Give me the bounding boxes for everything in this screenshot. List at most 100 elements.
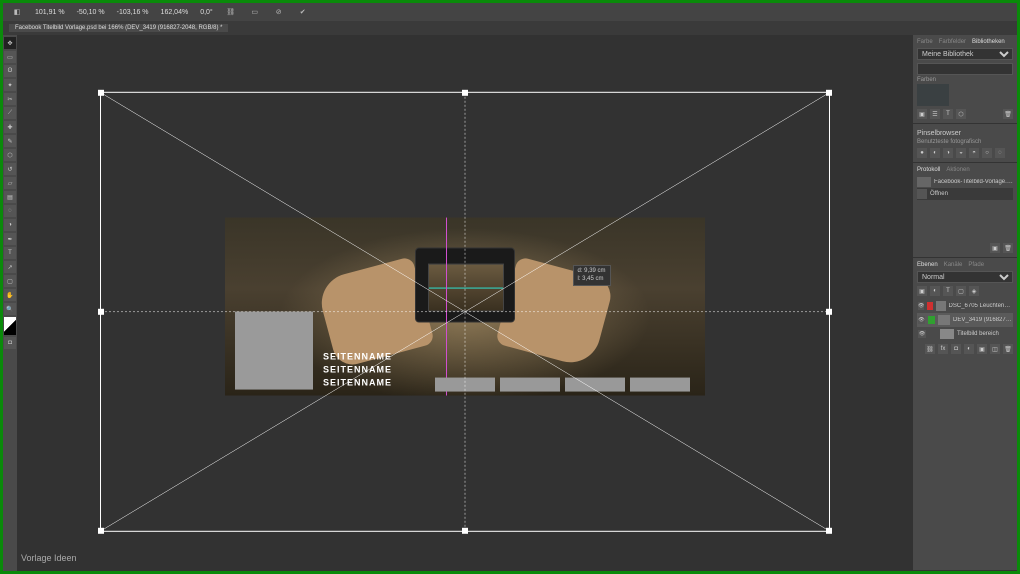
canvas[interactable]: SEITENNAME SEITENNAME SEITENNAME [17,35,913,571]
marquee-tool-icon[interactable]: ▭ [4,51,16,63]
brush-preset-5[interactable]: ◓ [969,148,979,158]
history-thumb-icon [917,177,931,187]
mask-icon[interactable]: ◘ [951,344,961,354]
path-tool-icon[interactable]: ↗ [4,261,16,273]
handle-tm[interactable] [462,90,468,96]
x-value[interactable]: -50,10 % [77,9,105,16]
zoom-value[interactable]: 101,91 % [35,9,65,16]
handle-mr[interactable] [826,309,832,315]
history-footer: ▣ 🗑 [917,243,1013,253]
lib-icon-3[interactable]: T [943,109,953,119]
warp-icon[interactable]: ▭ [249,6,261,18]
watermark-text: Vorlage Ideen [21,553,77,563]
wand-tool-icon[interactable]: ✦ [4,79,16,91]
crop-tool-icon[interactable]: ✂ [4,93,16,105]
color-swatch[interactable] [917,84,949,106]
lib-icon-1[interactable]: ▣ [917,109,927,119]
link-layers-icon[interactable]: ⛓ [925,344,935,354]
handle-tr[interactable] [826,90,832,96]
brush-preset-2[interactable]: ◐ [930,148,940,158]
y-value[interactable]: -103,16 % [117,9,149,16]
fx-icon[interactable]: fx [938,344,948,354]
layer-row-2[interactable]: 👁 DEV_3419 (916827-2048 [917,313,1013,327]
pen-tool-icon[interactable]: ✒ [4,233,16,245]
layer-thumb [936,301,946,311]
filter-pixel-icon[interactable]: ▣ [917,286,927,296]
history-step-icon [917,189,927,199]
cancel-icon[interactable]: ⊘ [273,6,285,18]
history-snapshot[interactable]: Facebook-Titelbild-Vorlage.psd [917,176,1013,188]
lib-icon-2[interactable]: ☰ [930,109,940,119]
transform-bounds[interactable] [100,92,830,532]
lib-icon-4[interactable]: ⬡ [956,109,966,119]
layer-row-3[interactable]: 👁 Titelbild bereich [917,327,1013,341]
tab-pfade[interactable]: Pfade [968,262,984,268]
filter-adjust-icon[interactable]: ◐ [930,286,940,296]
group-icon[interactable]: ▣ [977,344,987,354]
brush-preset-1[interactable]: ● [917,148,927,158]
brush-tool-icon[interactable]: ✎ [4,135,16,147]
history-brush-icon[interactable]: ↺ [4,163,16,175]
history-step[interactable]: Öffnen [917,188,1013,200]
quickmask-icon[interactable]: ◘ [4,337,16,349]
tab-aktionen[interactable]: Aktionen [946,167,969,173]
visibility-toggle-icon[interactable]: 👁 [918,316,925,324]
commit-icon[interactable]: ✔ [297,6,309,18]
brush-preset-6[interactable]: ○ [982,148,992,158]
document-tab[interactable]: Facebook Titelbild Vorlage.psd bei 166% … [9,24,228,32]
layer-color-chip [927,302,933,310]
filter-smart-icon[interactable]: ◈ [969,286,979,296]
tab-farbe[interactable]: Farbe [917,39,933,45]
shape-tool-icon[interactable]: ▢ [4,275,16,287]
tool-preset-icon[interactable]: ◧ [11,6,23,18]
adjustment-icon[interactable]: ◐ [964,344,974,354]
link-icon[interactable]: ⛓ [225,6,237,18]
tab-farbfelder[interactable]: Farbfelder [939,39,966,45]
history-trash-icon[interactable]: 🗑 [1003,243,1013,253]
eyedropper-tool-icon[interactable]: ⟋ [4,107,16,119]
layer-thumb [938,315,950,325]
hand-tool-icon[interactable]: ✋ [4,289,16,301]
trash-layer-icon[interactable]: 🗑 [1003,344,1013,354]
w-value[interactable]: 162,04% [161,9,189,16]
visibility-toggle-icon[interactable]: 👁 [918,330,926,338]
library-select[interactable]: Meine Bibliothek [917,48,1013,60]
handle-bm[interactable] [462,528,468,534]
heal-tool-icon[interactable]: ✚ [4,121,16,133]
brush-preset-4[interactable]: ◒ [956,148,966,158]
blur-tool-icon[interactable]: ◌ [4,205,16,217]
tab-protokoll[interactable]: Protokoll [917,167,940,173]
visibility-toggle-icon[interactable]: 👁 [918,302,924,310]
layer-row-1[interactable]: 👁 DSC_6705 Leuchtender-un Paar... [917,299,1013,313]
stamp-tool-icon[interactable]: ⬡ [4,149,16,161]
app-frame: ◧ 101,91 % -50,10 % -103,16 % 162,04% 0,… [3,3,1017,571]
brush-preset-7[interactable]: ◌ [995,148,1005,158]
eraser-tool-icon[interactable]: ▱ [4,177,16,189]
lib-icon-5[interactable]: 🗑 [1003,109,1013,119]
h-value[interactable]: 0,0° [200,9,213,16]
new-layer-icon[interactable]: ◫ [990,344,1000,354]
handle-bl[interactable] [98,528,104,534]
tab-kanaele[interactable]: Kanäle [944,262,963,268]
layers-tabs: Ebenen Kanäle Pfade [917,262,1013,268]
tab-ebenen[interactable]: Ebenen [917,262,938,268]
blend-mode-select[interactable]: Normal [917,271,1013,283]
handle-br[interactable] [826,528,832,534]
filter-type-icon[interactable]: T [943,286,953,296]
move-tool-icon[interactable]: ✥ [4,37,16,49]
main-row: ✥ ▭ ʘ ✦ ✂ ⟋ ✚ ✎ ⬡ ↺ ▱ ▤ ◌ ◑ ✒ T ↗ ▢ ✋ 🔍 … [3,35,1017,571]
fg-bg-swatch[interactable] [4,317,16,335]
zoom-tool-icon[interactable]: 🔍 [4,303,16,315]
brush-preset-3[interactable]: ◑ [943,148,953,158]
filter-shape-icon[interactable]: ▢ [956,286,966,296]
handle-ml[interactable] [98,309,104,315]
library-search-input[interactable] [917,63,1013,75]
type-tool-icon[interactable]: T [4,247,16,259]
handle-tl[interactable] [98,90,104,96]
gradient-tool-icon[interactable]: ▤ [4,191,16,203]
lasso-tool-icon[interactable]: ʘ [4,65,16,77]
tab-bibliotheken[interactable]: Bibliotheken [972,39,1005,45]
dodge-tool-icon[interactable]: ◑ [4,219,16,231]
history-new-icon[interactable]: ▣ [990,243,1000,253]
history-step-name: Öffnen [930,191,948,197]
